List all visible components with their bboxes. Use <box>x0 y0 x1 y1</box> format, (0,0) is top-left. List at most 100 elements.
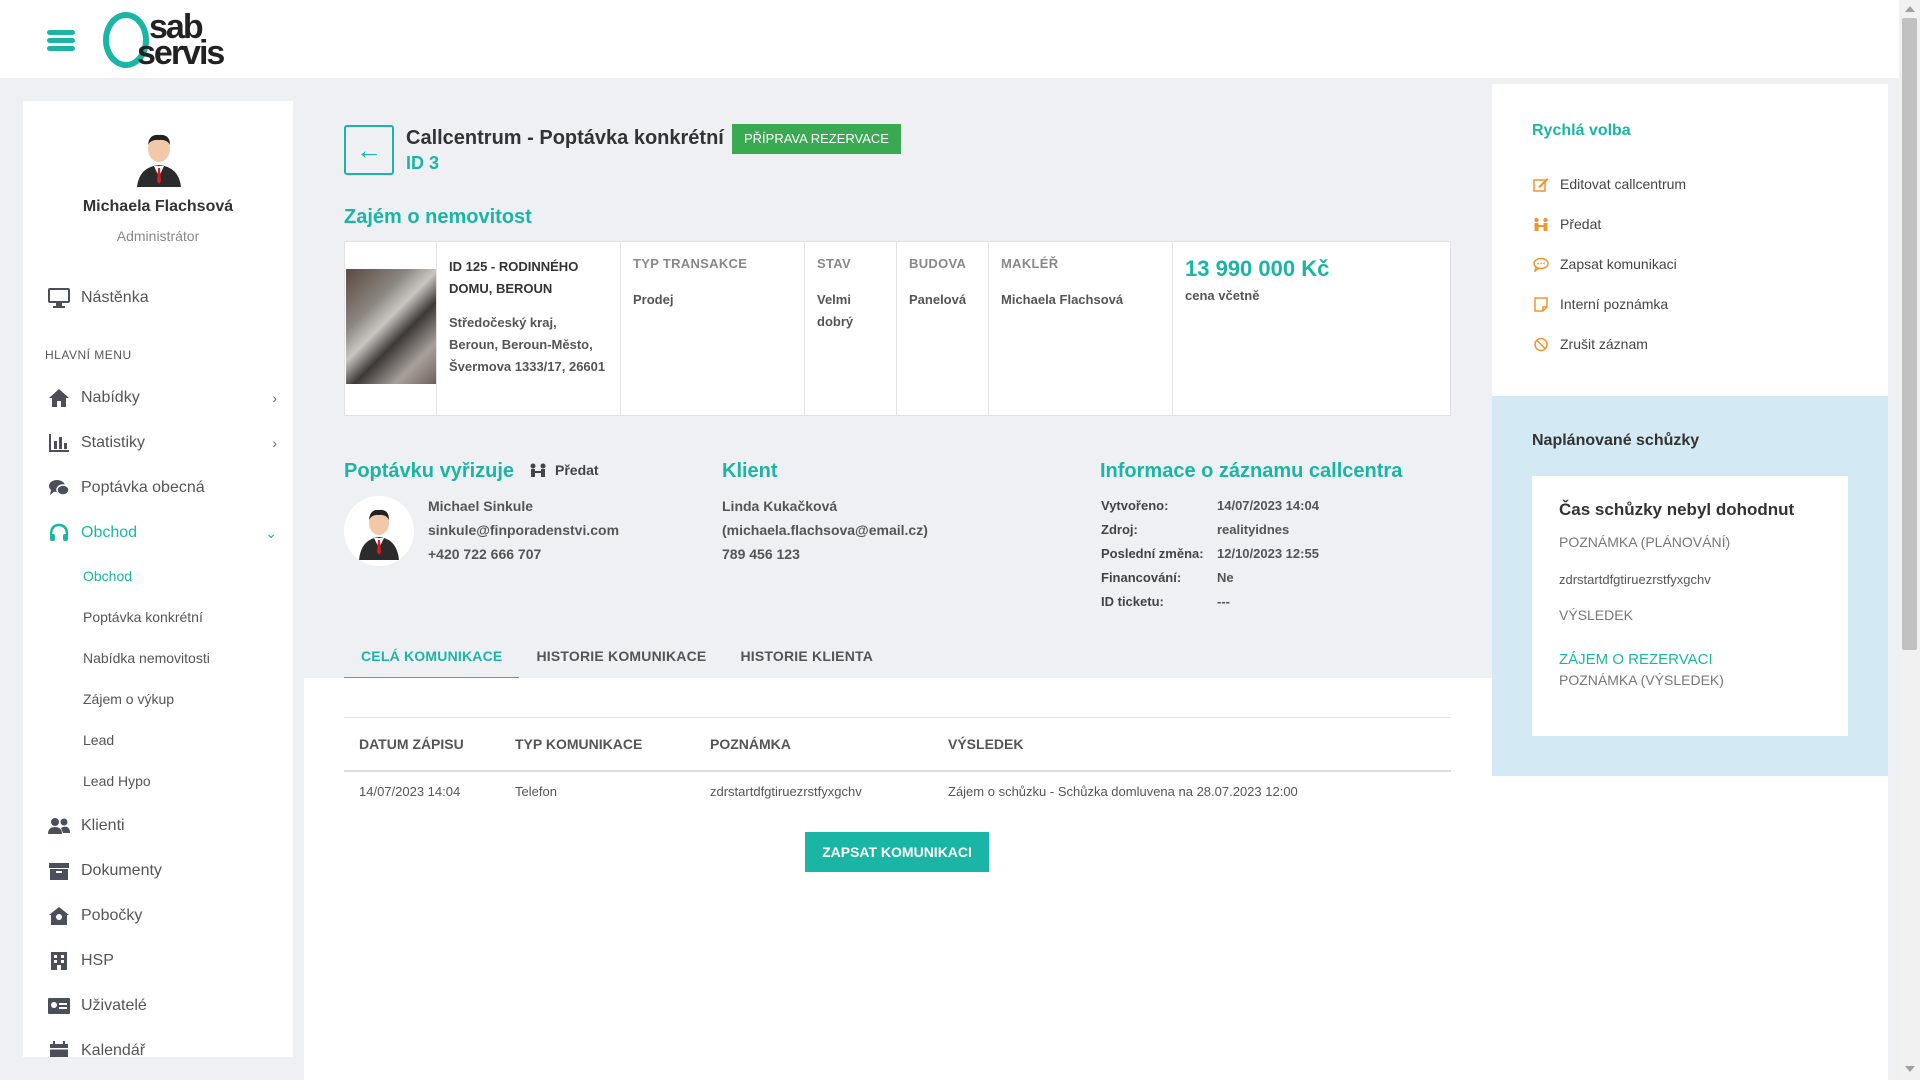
logo[interactable]: sab servis <box>103 10 253 70</box>
page-scrollbar[interactable] <box>1899 0 1920 1080</box>
property-photo[interactable] <box>346 269 436 384</box>
quick-zapsat-komunikaci[interactable]: Zapsat komunikaci <box>1532 256 1677 272</box>
scroll-down-icon[interactable] <box>1905 1066 1915 1072</box>
condition-cell: STAV Velmi dobrý <box>805 242 897 415</box>
sidebar-item-statistiky[interactable]: Statistiky › <box>47 428 277 458</box>
meeting-result-value: ZÁJEM O REZERVACI <box>1559 651 1713 668</box>
building-cell: BUDOVA Panelová <box>897 242 989 415</box>
property-image-cell <box>345 242 437 415</box>
quick-actions-panel: Rychlá volba Editovat callcentrum Předat… <box>1492 84 1888 396</box>
tab-historie-komunikace[interactable]: HISTORIE KOMUNIKACE <box>519 636 723 680</box>
record-id: ID 3 <box>406 153 440 173</box>
quick-zrusit-zaznam[interactable]: Zrušit záznam <box>1532 336 1648 352</box>
property-name[interactable]: ID 125 - RODINNÉHO DOMU, BEROUN <box>449 256 608 300</box>
sidebar-item-hsp[interactable]: HSP <box>47 946 277 976</box>
page-title: Callcentrum - Poptávka konkrétní <box>406 127 724 149</box>
back-button[interactable]: ← <box>344 125 394 175</box>
property-address: Středočeský kraj, Beroun, Beroun-Město, … <box>449 315 606 374</box>
predat-button[interactable]: Předat <box>529 462 599 478</box>
price-note: cena včetně <box>1185 288 1260 303</box>
sidebar-subitem-zajem-o-vykup[interactable]: Zájem o výkup <box>83 691 174 707</box>
meeting-result-note-label: POZNÁMKA (VÝSLEDEK) <box>1559 672 1724 688</box>
quick-interni-poznamka[interactable]: Interní poznámka <box>1532 296 1668 312</box>
user-name: Michaela Flachsová <box>82 198 234 215</box>
arrow-left-icon: ← <box>356 134 382 165</box>
sidebar-subitem-nabidka-nemovitosti[interactable]: Nabídka nemovitosti <box>83 650 210 666</box>
client-details: Linda Kukačková (michaela.flachsova@emai… <box>722 494 928 566</box>
id-card-icon <box>47 995 71 1017</box>
sidebar-subitem-lead[interactable]: Lead <box>83 732 114 748</box>
scroll-thumb[interactable] <box>1902 18 1917 650</box>
record-info-title: Informace o záznamu callcentra <box>1100 460 1403 482</box>
sidebar-item-poptavka-obecna[interactable]: Poptávka obecná <box>47 473 277 503</box>
edit-icon <box>1532 176 1550 192</box>
monitor-icon <box>47 287 71 309</box>
property-card[interactable]: ID 125 - RODINNÉHO DOMU, BEROUN Středoče… <box>344 241 1451 416</box>
meeting-note-label: POZNÁMKA (PLÁNOVÁNÍ) <box>1559 534 1731 550</box>
meetings-title: Naplánované schůzky <box>1532 432 1700 449</box>
sidebar-subitem-poptavka-konkretni[interactable]: Poptávka konkrétní <box>83 609 203 625</box>
price-cell: 13 990 000 Kč cena včetně <box>1173 242 1450 415</box>
building-icon <box>47 950 71 972</box>
communication-panel: DATUM ZÁPISU TYP KOMUNIKACE POZNÁMKA VÝS… <box>304 678 1492 1080</box>
headset-icon <box>47 522 71 544</box>
meeting-note-text: zdrstartdfgtiruezrstfyxgchv <box>1559 572 1711 587</box>
property-name-cell: ID 125 - RODINNÉHO DOMU, BEROUN Středoče… <box>437 242 621 415</box>
chevron-right-icon: › <box>272 390 277 406</box>
menu-toggle-icon[interactable] <box>47 30 75 54</box>
sidebar-item-kalendar[interactable]: Kalendář <box>47 1036 277 1057</box>
chevron-right-icon: › <box>272 435 277 451</box>
handover-icon <box>530 463 546 477</box>
communication-tabs: CELÁ KOMUNIKACE HISTORIE KOMUNIKACE HIST… <box>344 636 890 680</box>
agent-avatar <box>344 496 414 566</box>
handler-name: Michael Sinkule <box>428 498 534 514</box>
sidebar-item-uzivatele[interactable]: Uživatelé <box>47 991 277 1021</box>
scroll-up-icon[interactable] <box>1905 6 1915 12</box>
user-avatar <box>137 134 181 187</box>
quick-edit-callcentrum[interactable]: Editovat callcentrum <box>1532 176 1686 192</box>
sidebar-item-dokumenty[interactable]: Dokumenty <box>47 856 277 886</box>
client-title: Klient <box>722 460 778 482</box>
zapsat-komunikaci-button[interactable]: ZAPSAT KOMUNIKACI <box>805 832 989 872</box>
sidebar-item-dashboard[interactable]: Nástěnka <box>47 283 277 313</box>
handler-details: Michael Sinkule sinkule@finporadenstvi.c… <box>428 494 619 566</box>
handler-phone[interactable]: +420 722 666 707 <box>428 542 619 566</box>
meeting-heading: Čas schůzky nebyl dohodnut <box>1559 500 1795 519</box>
client-name[interactable]: Linda Kukačková <box>722 494 928 518</box>
tab-historie-klienta[interactable]: HISTORIE KLIENTA <box>723 636 890 680</box>
quick-actions-title: Rychlá volba <box>1532 122 1631 139</box>
home-icon <box>47 387 71 409</box>
ban-icon <box>1532 336 1550 352</box>
quick-predat[interactable]: Předat <box>1532 216 1601 232</box>
status-badge: PŘÍPRAVA REZERVACE <box>732 124 901 154</box>
handler-email[interactable]: sinkule@finporadenstvi.com <box>428 518 619 542</box>
meetings-panel: Naplánované schůzky Čas schůzky nebyl do… <box>1492 396 1888 776</box>
archive-icon <box>47 860 71 882</box>
table-header: DATUM ZÁPISU TYP KOMUNIKACE POZNÁMKA VÝS… <box>344 718 1451 772</box>
transaction-type-cell: TYP TRANSAKCE Prodej <box>621 242 805 415</box>
client-phone[interactable]: 789 456 123 <box>722 542 928 566</box>
record-info: Vytvořeno: 14/07/2023 14:04 Zdroj: reality… <box>1101 498 1319 609</box>
table-row[interactable]: 14/07/2023 14:04 Telefon zdrstartdfgtiru… <box>344 772 1451 810</box>
note-icon <box>1532 296 1550 312</box>
sidebar-item-obchod[interactable]: Obchod ⌄ <box>47 518 277 548</box>
sidebar: Michaela Flachsová Administrátor Nástěnk… <box>23 101 293 1057</box>
comment-icon <box>1532 256 1550 272</box>
property-price: 13 990 000 Kč <box>1185 256 1330 281</box>
sidebar-item-nabidky[interactable]: Nabídky › <box>47 383 277 413</box>
sidebar-subitem-obchod[interactable]: Obchod <box>83 568 132 584</box>
broker-cell: MAKLÉŘ Michaela Flachsová <box>989 242 1173 415</box>
tab-cela-komunikace[interactable]: CELÁ KOMUNIKACE <box>344 636 520 680</box>
sidebar-subitem-lead-hypo[interactable]: Lead Hypo <box>83 773 151 789</box>
chat-icon <box>47 477 71 499</box>
right-panel-bottom <box>1492 776 1888 1080</box>
sidebar-item-pobocky[interactable]: Pobočky <box>47 901 277 931</box>
meeting-card[interactable]: Čas schůzky nebyl dohodnut POZNÁMKA (PLÁ… <box>1532 476 1848 736</box>
top-bar: sab servis <box>0 0 1899 78</box>
handover-icon <box>1532 216 1550 232</box>
handler-title: Poptávku vyřizuje <box>344 460 515 482</box>
communication-table: DATUM ZÁPISU TYP KOMUNIKACE POZNÁMKA VÝS… <box>344 717 1451 810</box>
bar-chart-icon <box>47 432 71 454</box>
client-email[interactable]: (michaela.flachsova@email.cz) <box>722 518 928 542</box>
sidebar-item-klienti[interactable]: Klienti <box>47 811 277 841</box>
